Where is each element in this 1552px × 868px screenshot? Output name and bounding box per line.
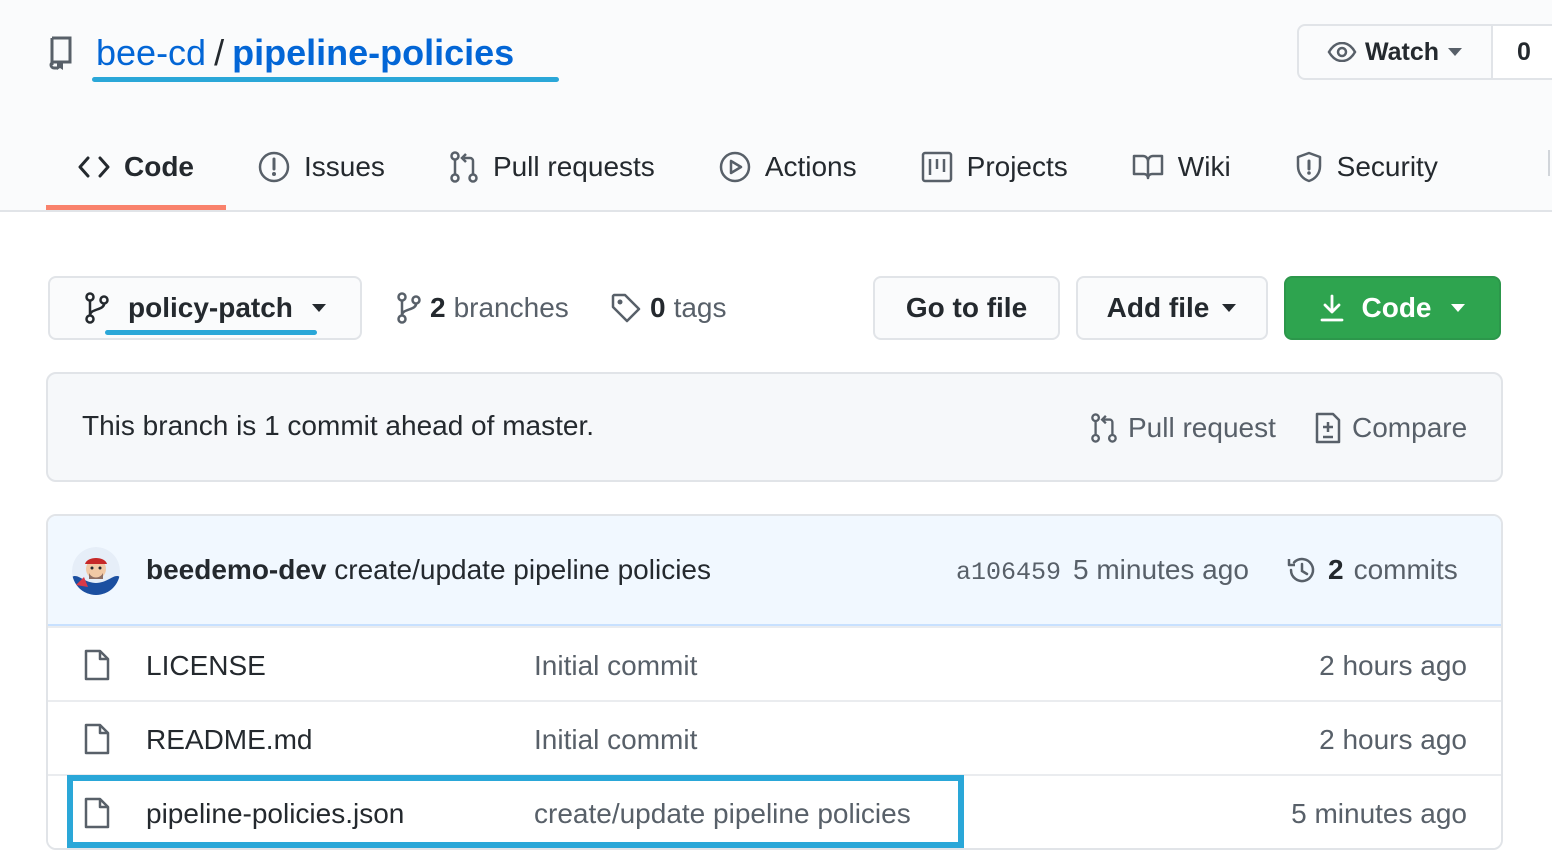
compare-label: Compare (1352, 412, 1468, 443)
add-file-button[interactable]: Add file (1076, 276, 1268, 340)
play-icon (719, 151, 751, 183)
tab-security[interactable]: Security (1263, 124, 1470, 210)
go-to-file-label: Go to file (905, 292, 1028, 323)
download-icon (1320, 294, 1343, 322)
tab-projects[interactable]: Projects (889, 124, 1100, 210)
go-to-file-button[interactable]: Go to file (873, 276, 1060, 340)
repo-icon (48, 35, 78, 71)
file-icon (84, 649, 110, 681)
file-name-link[interactable]: README.md (146, 724, 312, 756)
watch-label: Watch (1364, 37, 1440, 66)
file-commit-link[interactable]: Initial commit (534, 650, 697, 682)
pull-request-icon (1091, 413, 1117, 443)
avatar[interactable] (72, 547, 120, 595)
repo-owner-link[interactable]: bee-cd (96, 32, 206, 74)
repo-title: bee-cd / pipeline-policies (48, 28, 514, 78)
tab-overflow-edge (1548, 150, 1550, 176)
diff-icon (1315, 412, 1341, 444)
tab-code[interactable]: Code (46, 124, 226, 210)
caret-down-icon (1450, 304, 1465, 312)
commits-count: 2 (1328, 554, 1344, 585)
tab-label: Wiki (1177, 151, 1231, 182)
eye-icon (1327, 42, 1357, 62)
repo-separator: / (214, 32, 225, 73)
watch-button[interactable]: Watch (1297, 24, 1491, 80)
branch-icon (397, 292, 421, 324)
tags-label: tags (673, 292, 727, 323)
repo-header: bee-cd / pipeline-policies Watch 0 Code … (0, 0, 1552, 212)
caret-down-icon (1222, 304, 1237, 312)
shield-icon (1296, 151, 1321, 183)
tab-issues[interactable]: Issues (226, 124, 417, 210)
commit-sha-link[interactable]: a106459 (956, 558, 1061, 587)
tab-label: Security (1336, 151, 1438, 182)
tab-pull-requests[interactable]: Pull requests (417, 124, 687, 210)
file-time: 2 hours ago (1319, 650, 1467, 681)
watch-group: Watch 0 (1297, 24, 1552, 80)
latest-commit-row: beedemo-dev create/update pipeline polic… (48, 516, 1501, 626)
add-file-label: Add file (1106, 292, 1210, 323)
tab-label: Projects (966, 151, 1068, 182)
pull-request-link[interactable]: Pull request (1090, 410, 1276, 446)
history-icon (1287, 557, 1315, 583)
table-row[interactable]: LICENSE Initial commit 2 hours ago (48, 626, 1501, 700)
book-icon (1132, 154, 1164, 180)
commit-message-link[interactable]: create/update pipeline policies (334, 554, 711, 585)
compare-link[interactable]: Compare (1314, 410, 1467, 446)
caret-down-icon (311, 304, 326, 312)
file-commit-link[interactable]: Initial commit (534, 724, 697, 756)
branch-annotation-underline (105, 330, 317, 335)
title-annotation-underline (92, 77, 559, 82)
tags-count: 0 (650, 292, 666, 323)
branches-label: branches (453, 292, 569, 323)
file-time: 5 minutes ago (1291, 798, 1467, 829)
code-icon (78, 156, 110, 178)
tab-label: Issues (304, 151, 385, 182)
pull-request-icon (450, 151, 478, 183)
branch-ahead-banner: This branch is 1 commit ahead of master.… (46, 372, 1503, 482)
file-highlight-annotation (67, 775, 964, 848)
tab-wiki[interactable]: Wiki (1100, 124, 1263, 210)
file-icon (84, 723, 110, 755)
tags-link[interactable]: 0 tags (610, 286, 727, 330)
commit-time: 5 minutes ago (1073, 554, 1249, 585)
code-download-button[interactable]: Code (1284, 276, 1501, 340)
branches-link[interactable]: 2 branches (396, 286, 569, 330)
commits-history-link[interactable]: 2 commits (1286, 554, 1458, 586)
commit-author-link[interactable]: beedemo-dev (146, 554, 327, 585)
branch-icon (85, 292, 109, 324)
branch-name: policy-patch (128, 292, 293, 323)
caret-down-icon (1448, 48, 1463, 56)
watch-count[interactable]: 0 (1491, 24, 1552, 80)
branches-count: 2 (430, 292, 446, 323)
tab-label: Actions (764, 151, 857, 182)
project-icon (921, 151, 952, 183)
issue-icon (258, 151, 290, 183)
table-row[interactable]: README.md Initial commit 2 hours ago (48, 700, 1501, 774)
ahead-message: This branch is 1 commit ahead of master. (82, 410, 594, 441)
latest-commit-message: beedemo-dev create/update pipeline polic… (146, 554, 711, 586)
repo-name-link[interactable]: pipeline-policies (232, 32, 514, 74)
tab-actions[interactable]: Actions (687, 124, 889, 210)
tab-label: Code (124, 151, 194, 182)
repo-nav-tabs: Code Issues Pull requests Actions Projec… (46, 124, 1470, 212)
tag-icon (611, 293, 641, 323)
commits-label: commits (1353, 554, 1458, 585)
pull-request-label: Pull request (1128, 412, 1276, 443)
file-time: 2 hours ago (1319, 724, 1467, 755)
tab-label: Pull requests (492, 151, 655, 182)
code-button-label: Code (1361, 292, 1432, 323)
file-name-link[interactable]: LICENSE (146, 650, 266, 682)
